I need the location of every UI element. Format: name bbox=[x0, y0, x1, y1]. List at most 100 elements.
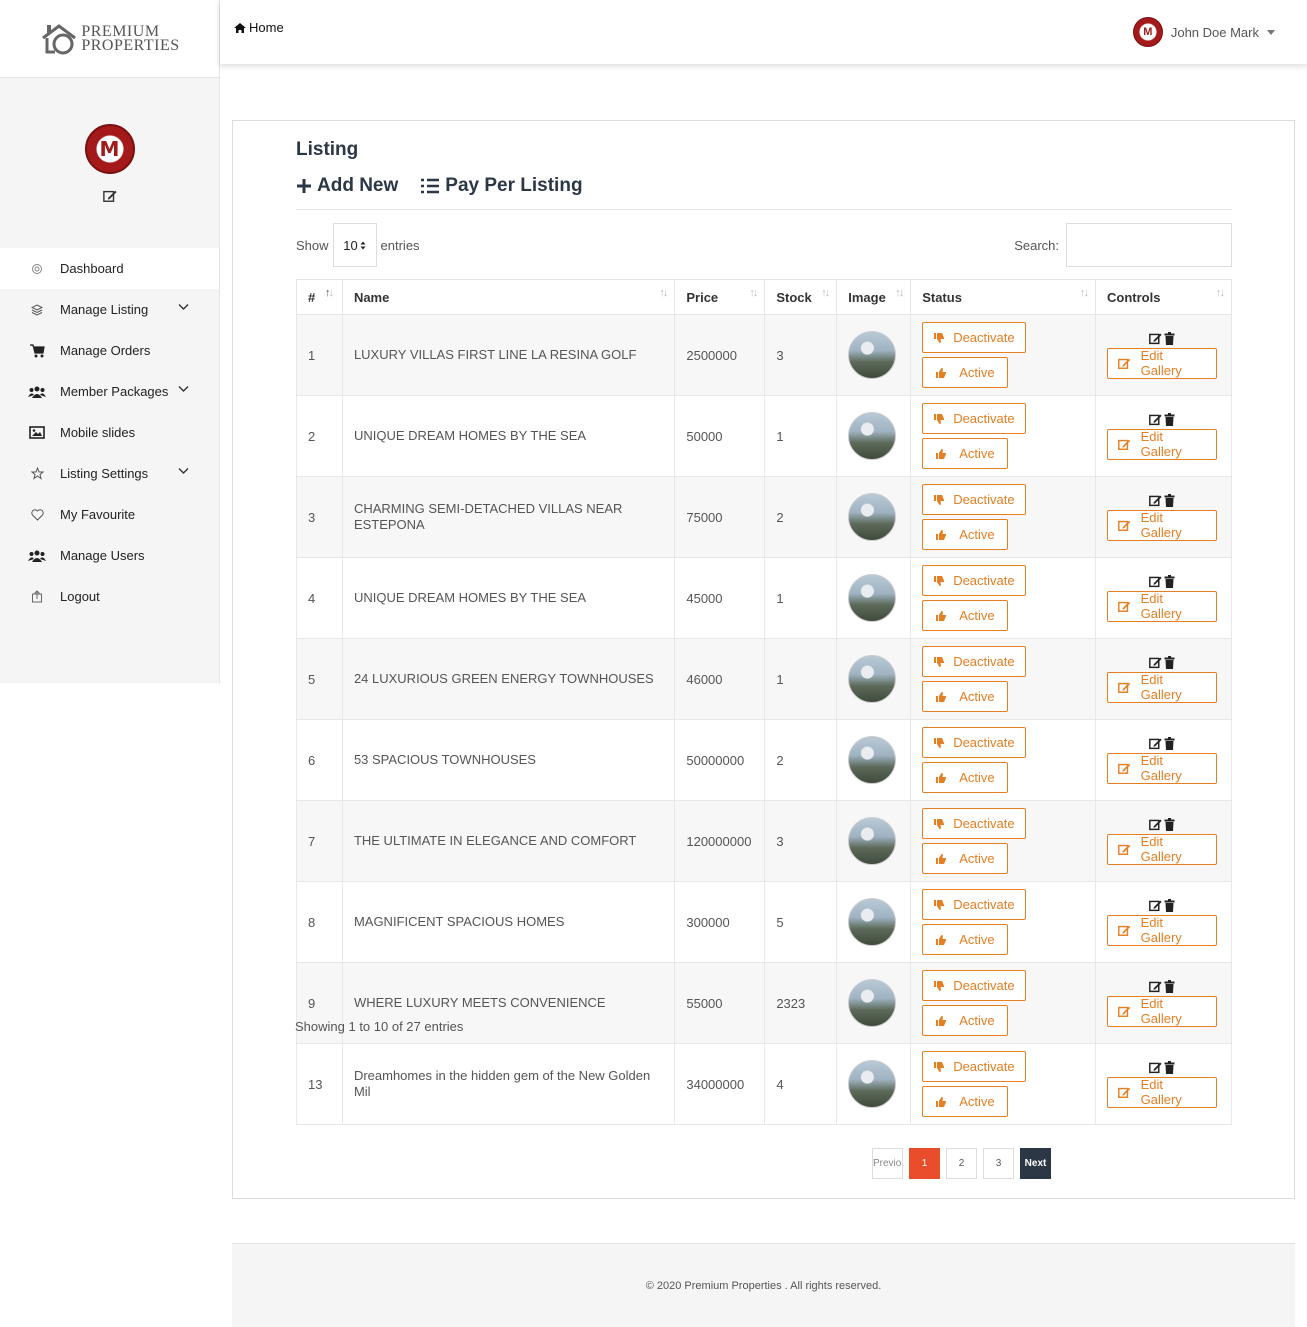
edit-gallery-icon bbox=[1118, 682, 1131, 693]
edit-icon[interactable] bbox=[1149, 332, 1162, 345]
column-header-name[interactable]: Name ↑↓ bbox=[341, 279, 676, 315]
user-menu[interactable]: M John Doe Mark bbox=[1132, 17, 1275, 47]
property-thumbnail[interactable] bbox=[848, 331, 897, 379]
column-header-status[interactable]: Status ↑↓ bbox=[910, 279, 1096, 315]
sidebar-item-mobile-slides[interactable]: Mobile slides bbox=[0, 412, 219, 453]
trash-icon[interactable] bbox=[1164, 412, 1175, 426]
search-input[interactable] bbox=[1066, 223, 1232, 267]
property-thumbnail[interactable] bbox=[848, 817, 897, 865]
property-thumbnail[interactable] bbox=[848, 574, 897, 622]
page-button[interactable]: 1 bbox=[909, 1148, 940, 1179]
trash-icon[interactable] bbox=[1164, 331, 1175, 345]
sidebar-item-member-packages[interactable]: Member Packages bbox=[0, 371, 219, 412]
edit-icon[interactable] bbox=[1149, 899, 1162, 912]
edit-gallery-button[interactable]: Edit Gallery bbox=[1106, 752, 1217, 784]
active-button[interactable]: Active bbox=[922, 843, 1008, 874]
next-page-button[interactable]: Next bbox=[1020, 1148, 1051, 1179]
active-button[interactable]: Active bbox=[922, 681, 1008, 712]
sidebar-item-manage-orders[interactable]: Manage Orders bbox=[0, 330, 219, 371]
home-link[interactable]: Home bbox=[233, 20, 284, 35]
edit-icon[interactable] bbox=[1149, 818, 1162, 831]
edit-icon[interactable] bbox=[1149, 413, 1162, 426]
edit-gallery-button[interactable]: Edit Gallery bbox=[1106, 428, 1217, 460]
deactivate-button[interactable]: Deactivate bbox=[922, 322, 1026, 353]
chevron-down-icon[interactable] bbox=[178, 385, 189, 393]
trash-icon[interactable] bbox=[1164, 898, 1175, 912]
trash-icon[interactable] bbox=[1164, 1060, 1175, 1074]
thumbs-up-icon bbox=[936, 934, 947, 945]
deactivate-button[interactable]: Deactivate bbox=[922, 1051, 1026, 1082]
chevron-down-icon[interactable] bbox=[178, 467, 189, 475]
edit-gallery-button[interactable]: Edit Gallery bbox=[1106, 914, 1217, 946]
edit-gallery-label: Edit Gallery bbox=[1140, 996, 1182, 1026]
deactivate-button[interactable]: Deactivate bbox=[922, 403, 1026, 434]
deactivate-button[interactable]: Deactivate bbox=[922, 889, 1026, 920]
deactivate-button[interactable]: Deactivate bbox=[922, 808, 1026, 839]
deactivate-button[interactable]: Deactivate bbox=[922, 484, 1026, 515]
property-thumbnail[interactable] bbox=[848, 898, 897, 946]
edit-profile-icon[interactable] bbox=[102, 189, 117, 203]
sidebar-item-listing-settings[interactable]: Listing Settings bbox=[0, 453, 219, 494]
edit-gallery-button[interactable]: Edit Gallery bbox=[1106, 509, 1217, 541]
column-header-price[interactable]: Price ↑↓ bbox=[674, 279, 766, 315]
add-new-button[interactable]: Add New bbox=[296, 175, 398, 197]
edit-icon[interactable] bbox=[1149, 737, 1162, 750]
column-header-controls[interactable]: Controls ↑↓ bbox=[1094, 279, 1233, 315]
sidebar-item-manage-listing[interactable]: Manage Listing bbox=[0, 289, 219, 330]
active-label: Active bbox=[959, 932, 995, 947]
active-button[interactable]: Active bbox=[922, 357, 1008, 388]
entries-select[interactable]: 10 bbox=[332, 223, 377, 267]
edit-icon[interactable] bbox=[1149, 656, 1162, 669]
property-thumbnail[interactable] bbox=[848, 412, 897, 460]
trash-icon[interactable] bbox=[1164, 817, 1175, 831]
property-thumbnail[interactable] bbox=[848, 979, 897, 1027]
edit-gallery-button[interactable]: Edit Gallery bbox=[1106, 995, 1217, 1027]
edit-icon[interactable] bbox=[1149, 1061, 1162, 1074]
active-button[interactable]: Active bbox=[922, 600, 1008, 631]
active-button[interactable]: Active bbox=[922, 519, 1008, 550]
active-button[interactable]: Active bbox=[922, 438, 1008, 469]
edit-gallery-button[interactable]: Edit Gallery bbox=[1106, 671, 1217, 703]
chevron-down-icon[interactable] bbox=[178, 303, 189, 311]
sidebar-item-logout[interactable]: Logout bbox=[0, 576, 219, 617]
active-button[interactable]: Active bbox=[922, 1005, 1008, 1036]
edit-gallery-button[interactable]: Edit Gallery bbox=[1106, 1076, 1217, 1108]
column-header-image[interactable]: Image ↑↓ bbox=[836, 279, 912, 315]
deactivate-button[interactable]: Deactivate bbox=[922, 727, 1026, 758]
trash-icon[interactable] bbox=[1164, 574, 1175, 588]
column-header-id[interactable]: # ↑↓ bbox=[296, 279, 343, 315]
column-header-stock[interactable]: Stock ↑↓ bbox=[764, 279, 838, 315]
sidebar-item-my-favourite[interactable]: My Favourite bbox=[0, 494, 219, 535]
edit-icon[interactable] bbox=[1149, 494, 1162, 507]
sidebar-item-dashboard[interactable]: Dashboard bbox=[0, 248, 219, 289]
sidebar-item-manage-users[interactable]: Manage Users bbox=[0, 535, 219, 576]
pay-per-listing-button[interactable]: Pay Per Listing bbox=[420, 175, 583, 197]
edit-gallery-button[interactable]: Edit Gallery bbox=[1106, 590, 1217, 622]
page-button[interactable]: 2 bbox=[946, 1148, 977, 1179]
trash-icon[interactable] bbox=[1164, 979, 1175, 993]
deactivate-button[interactable]: Deactivate bbox=[922, 646, 1026, 677]
edit-gallery-button[interactable]: Edit Gallery bbox=[1106, 833, 1217, 865]
edit-gallery-button[interactable]: Edit Gallery bbox=[1106, 347, 1217, 379]
page-button[interactable]: 3 bbox=[983, 1148, 1014, 1179]
active-button[interactable]: Active bbox=[922, 762, 1008, 793]
sidebar-item-label: Manage Users bbox=[60, 548, 145, 563]
edit-icon[interactable] bbox=[1149, 575, 1162, 588]
previous-page-button[interactable]: Previous bbox=[872, 1148, 903, 1179]
trash-icon[interactable] bbox=[1164, 736, 1175, 750]
trash-icon[interactable] bbox=[1164, 493, 1175, 507]
property-thumbnail[interactable] bbox=[848, 493, 897, 541]
cell-image bbox=[836, 881, 912, 963]
property-thumbnail[interactable] bbox=[848, 736, 897, 784]
active-button[interactable]: Active bbox=[922, 924, 1008, 955]
property-thumbnail[interactable] bbox=[848, 655, 897, 703]
cell-stock: 2323 bbox=[764, 962, 838, 1044]
deactivate-button[interactable]: Deactivate bbox=[922, 565, 1026, 596]
cell-name: Dreamhomes in the hidden gem of the New … bbox=[341, 1043, 676, 1125]
active-button[interactable]: Active bbox=[922, 1086, 1008, 1117]
deactivate-button[interactable]: Deactivate bbox=[922, 970, 1026, 1001]
brand-logo[interactable]: PREMIUM PROPERTIES bbox=[39, 22, 179, 56]
property-thumbnail[interactable] bbox=[848, 1060, 897, 1108]
trash-icon[interactable] bbox=[1164, 655, 1175, 669]
edit-icon[interactable] bbox=[1149, 980, 1162, 993]
